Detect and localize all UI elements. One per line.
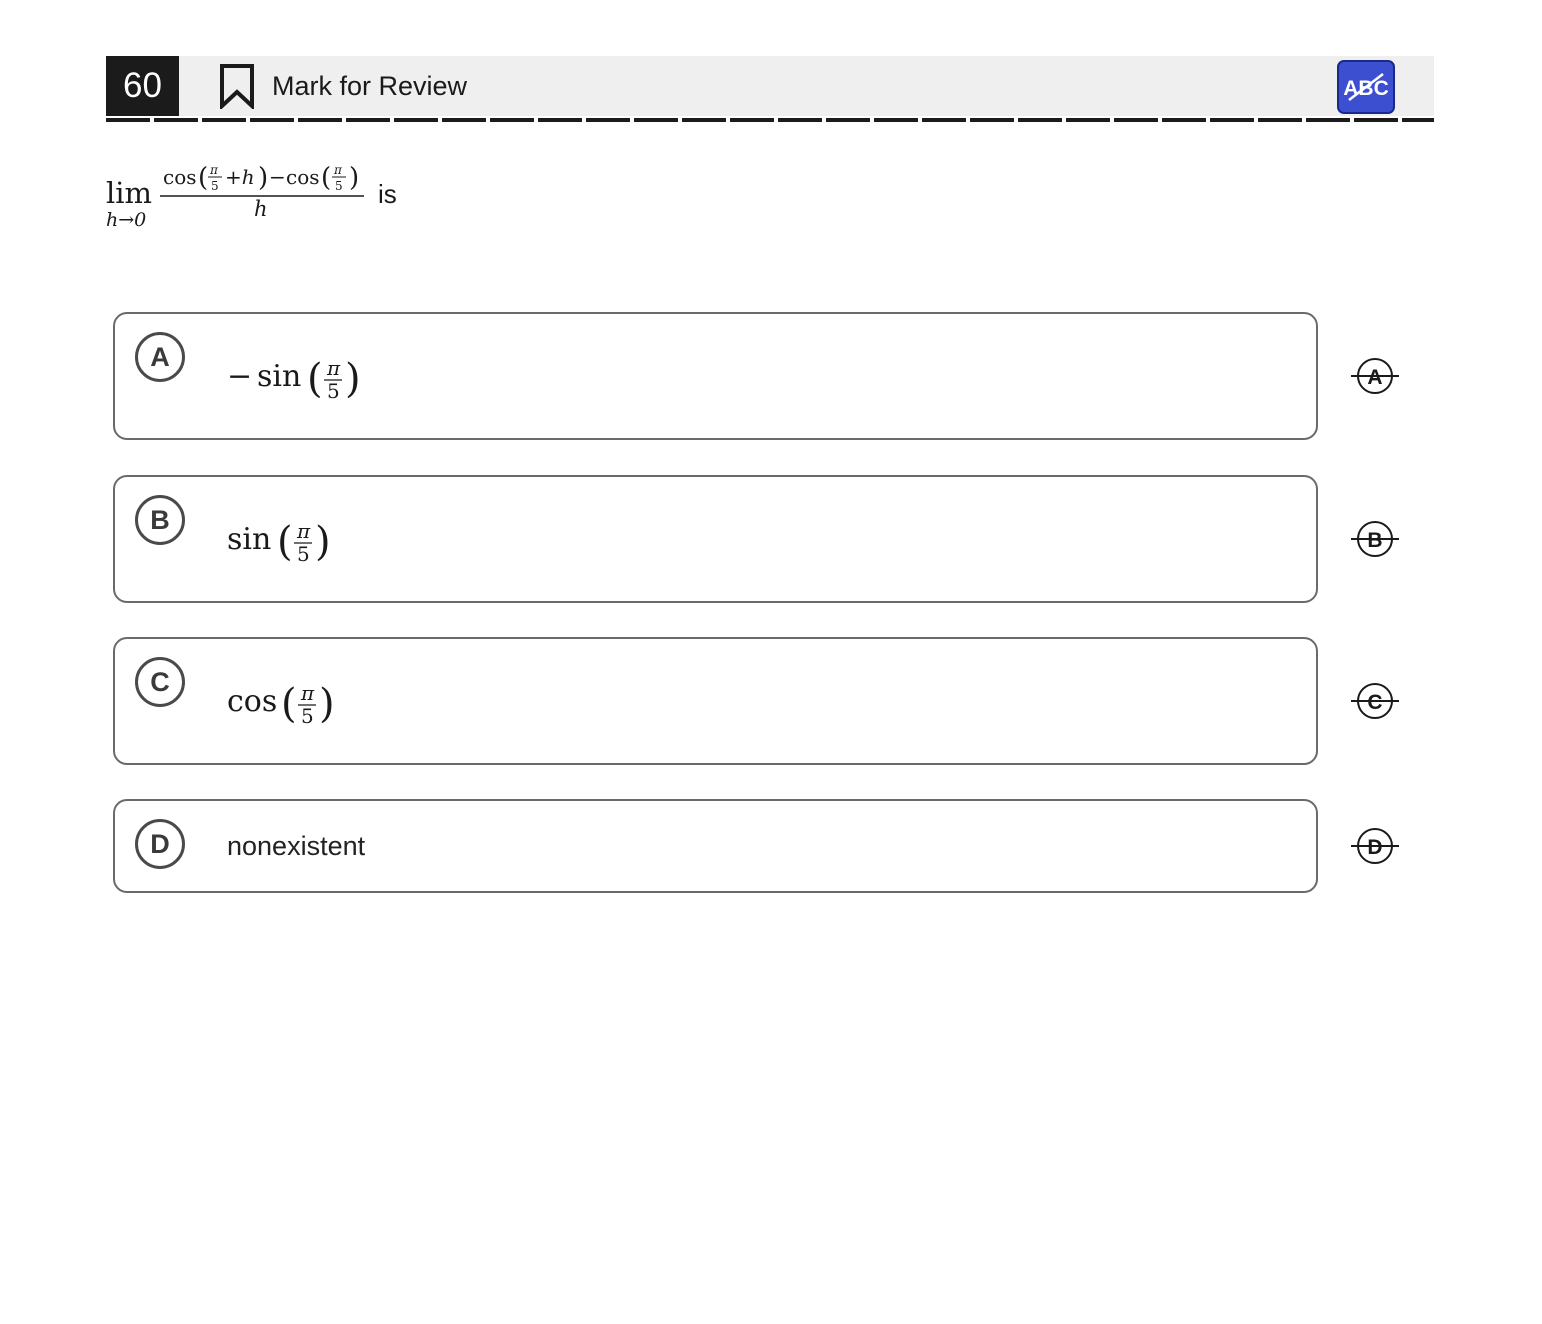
limit-expression: lim h→0 cos ( π 5 +h ) − cos ( π 5 ) h bbox=[106, 163, 364, 231]
svg-text:): ) bbox=[345, 356, 361, 402]
svg-text:(: ( bbox=[307, 356, 323, 402]
choice-c-pi: π bbox=[300, 681, 315, 705]
eliminate-choice-a-button[interactable]: A bbox=[1349, 356, 1401, 396]
numerator-pi-1: π bbox=[209, 163, 219, 177]
eliminate-a-label: A bbox=[1367, 366, 1382, 389]
eliminate-choice-d-button[interactable]: D bbox=[1349, 826, 1401, 866]
answer-choice-d[interactable]: D nonexistent bbox=[113, 799, 1318, 893]
svg-text:(: ( bbox=[281, 681, 297, 727]
question-number: 60 bbox=[106, 56, 179, 116]
choice-a-sign: − bbox=[227, 359, 252, 394]
lim-word: lim bbox=[106, 176, 152, 210]
numerator-minus: − bbox=[269, 165, 286, 189]
choice-a-five: 5 bbox=[327, 379, 340, 403]
choice-letter-a: A bbox=[135, 332, 185, 382]
numerator-cos-2: cos bbox=[286, 165, 320, 189]
eliminate-b-label: B bbox=[1367, 529, 1382, 552]
numerator-pi-2: π bbox=[333, 163, 343, 177]
bookmark-icon bbox=[220, 64, 254, 109]
answer-choice-c[interactable]: C cos ( π 5 ) bbox=[113, 637, 1318, 765]
numerator-five-2: 5 bbox=[335, 179, 343, 193]
choice-c-expression: cos ( π 5 ) bbox=[227, 681, 335, 728]
strikethrough-a-icon: A bbox=[1351, 358, 1399, 394]
svg-text:(: ( bbox=[198, 163, 208, 193]
numerator-plus-h: +h bbox=[225, 165, 255, 189]
eliminate-d-label: D bbox=[1367, 836, 1382, 859]
eliminate-c-label: C bbox=[1367, 691, 1382, 714]
choice-b-func: sin bbox=[227, 522, 271, 557]
mark-for-review-button[interactable]: Mark for Review bbox=[218, 56, 467, 116]
svg-text:(: ( bbox=[321, 163, 331, 193]
mark-for-review-label: Mark for Review bbox=[272, 70, 468, 101]
svg-text:): ) bbox=[315, 519, 331, 565]
choice-letter-b: B bbox=[135, 495, 185, 545]
choice-b-pi: π bbox=[296, 519, 311, 543]
numerator-cos-1: cos bbox=[163, 165, 197, 189]
strikethrough-abc-icon: ABC bbox=[1343, 73, 1389, 101]
lim-subscript: h→0 bbox=[106, 209, 146, 231]
answer-eliminator-toggle-button[interactable]: ABC bbox=[1337, 60, 1395, 114]
choice-a-expression: − sin ( π 5 ) bbox=[227, 356, 361, 403]
choice-c-five: 5 bbox=[301, 704, 314, 728]
strikethrough-c-icon: C bbox=[1351, 683, 1399, 719]
choice-d-text: nonexistent bbox=[227, 831, 366, 861]
answer-choice-b[interactable]: B sin ( π 5 ) bbox=[113, 475, 1318, 603]
svg-text:): ) bbox=[319, 681, 335, 727]
choice-a-pi: π bbox=[326, 356, 341, 380]
answer-choice-a[interactable]: A − sin ( π 5 ) bbox=[113, 312, 1318, 440]
denominator-h: h bbox=[254, 197, 268, 221]
strikethrough-d-icon: D bbox=[1351, 828, 1399, 864]
svg-text:): ) bbox=[258, 163, 268, 193]
choice-a-func: sin bbox=[257, 359, 301, 394]
choice-b-five: 5 bbox=[297, 542, 310, 566]
choice-letter-c: C bbox=[135, 657, 185, 707]
strikethrough-b-icon: B bbox=[1351, 521, 1399, 557]
question-progress-dashes bbox=[106, 118, 1434, 122]
eliminate-choice-c-button[interactable]: C bbox=[1349, 681, 1401, 721]
svg-text:): ) bbox=[349, 163, 359, 193]
svg-text:(: ( bbox=[277, 519, 293, 565]
choice-c-func: cos bbox=[227, 684, 277, 719]
choice-letter-d: D bbox=[135, 819, 185, 869]
choice-b-expression: sin ( π 5 ) bbox=[227, 519, 331, 566]
numerator-five-1: 5 bbox=[211, 179, 219, 193]
stem-suffix: is bbox=[378, 178, 397, 209]
question-header: 60 Mark for Review ABC bbox=[106, 56, 1434, 116]
question-stem: lim h→0 cos ( π 5 +h ) − cos ( π 5 ) h i… bbox=[106, 158, 397, 232]
eliminate-choice-b-button[interactable]: B bbox=[1349, 519, 1401, 559]
